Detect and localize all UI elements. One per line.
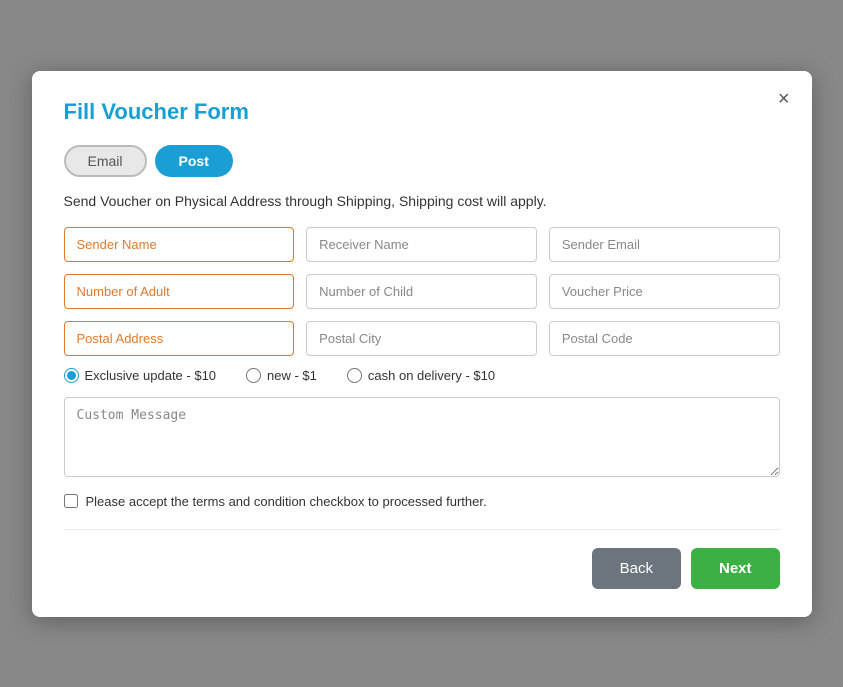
close-button[interactable]: × bbox=[778, 89, 790, 109]
sender-name-input[interactable] bbox=[64, 227, 295, 262]
radio-cash-input[interactable] bbox=[347, 368, 362, 383]
radio-cash[interactable]: cash on delivery - $10 bbox=[347, 368, 495, 383]
modal-title: Fill Voucher Form bbox=[64, 99, 780, 125]
receiver-name-input[interactable] bbox=[306, 227, 537, 262]
radio-new-label: new - $1 bbox=[267, 368, 317, 383]
form-row-1 bbox=[64, 227, 780, 262]
radio-exclusive-input[interactable] bbox=[64, 368, 79, 383]
tab-email[interactable]: Email bbox=[64, 145, 147, 177]
terms-checkbox[interactable] bbox=[64, 494, 78, 508]
form-row-2 bbox=[64, 274, 780, 309]
voucher-price-input[interactable] bbox=[549, 274, 780, 309]
terms-row: Please accept the terms and condition ch… bbox=[64, 494, 780, 509]
custom-message-input[interactable] bbox=[64, 397, 780, 477]
postal-address-input[interactable] bbox=[64, 321, 295, 356]
postal-city-input[interactable] bbox=[306, 321, 537, 356]
radio-row: Exclusive update - $10 new - $1 cash on … bbox=[64, 368, 780, 383]
number-of-adult-input[interactable] bbox=[64, 274, 295, 309]
form-description: Send Voucher on Physical Address through… bbox=[64, 193, 780, 209]
radio-new-input[interactable] bbox=[246, 368, 261, 383]
overlay: Fill Voucher Form × Email Post Send Vouc… bbox=[0, 0, 843, 687]
form-row-3 bbox=[64, 321, 780, 356]
button-row: Back Next bbox=[64, 548, 780, 589]
number-of-child-input[interactable] bbox=[306, 274, 537, 309]
sender-email-input[interactable] bbox=[549, 227, 780, 262]
back-button[interactable]: Back bbox=[592, 548, 681, 589]
radio-exclusive[interactable]: Exclusive update - $10 bbox=[64, 368, 217, 383]
tab-row: Email Post bbox=[64, 145, 780, 177]
radio-cash-label: cash on delivery - $10 bbox=[368, 368, 495, 383]
postal-code-input[interactable] bbox=[549, 321, 780, 356]
tab-post[interactable]: Post bbox=[155, 145, 233, 177]
terms-label: Please accept the terms and condition ch… bbox=[86, 494, 487, 509]
divider bbox=[64, 529, 780, 530]
radio-new[interactable]: new - $1 bbox=[246, 368, 317, 383]
modal: Fill Voucher Form × Email Post Send Vouc… bbox=[32, 71, 812, 617]
next-button[interactable]: Next bbox=[691, 548, 780, 589]
radio-exclusive-label: Exclusive update - $10 bbox=[85, 368, 217, 383]
